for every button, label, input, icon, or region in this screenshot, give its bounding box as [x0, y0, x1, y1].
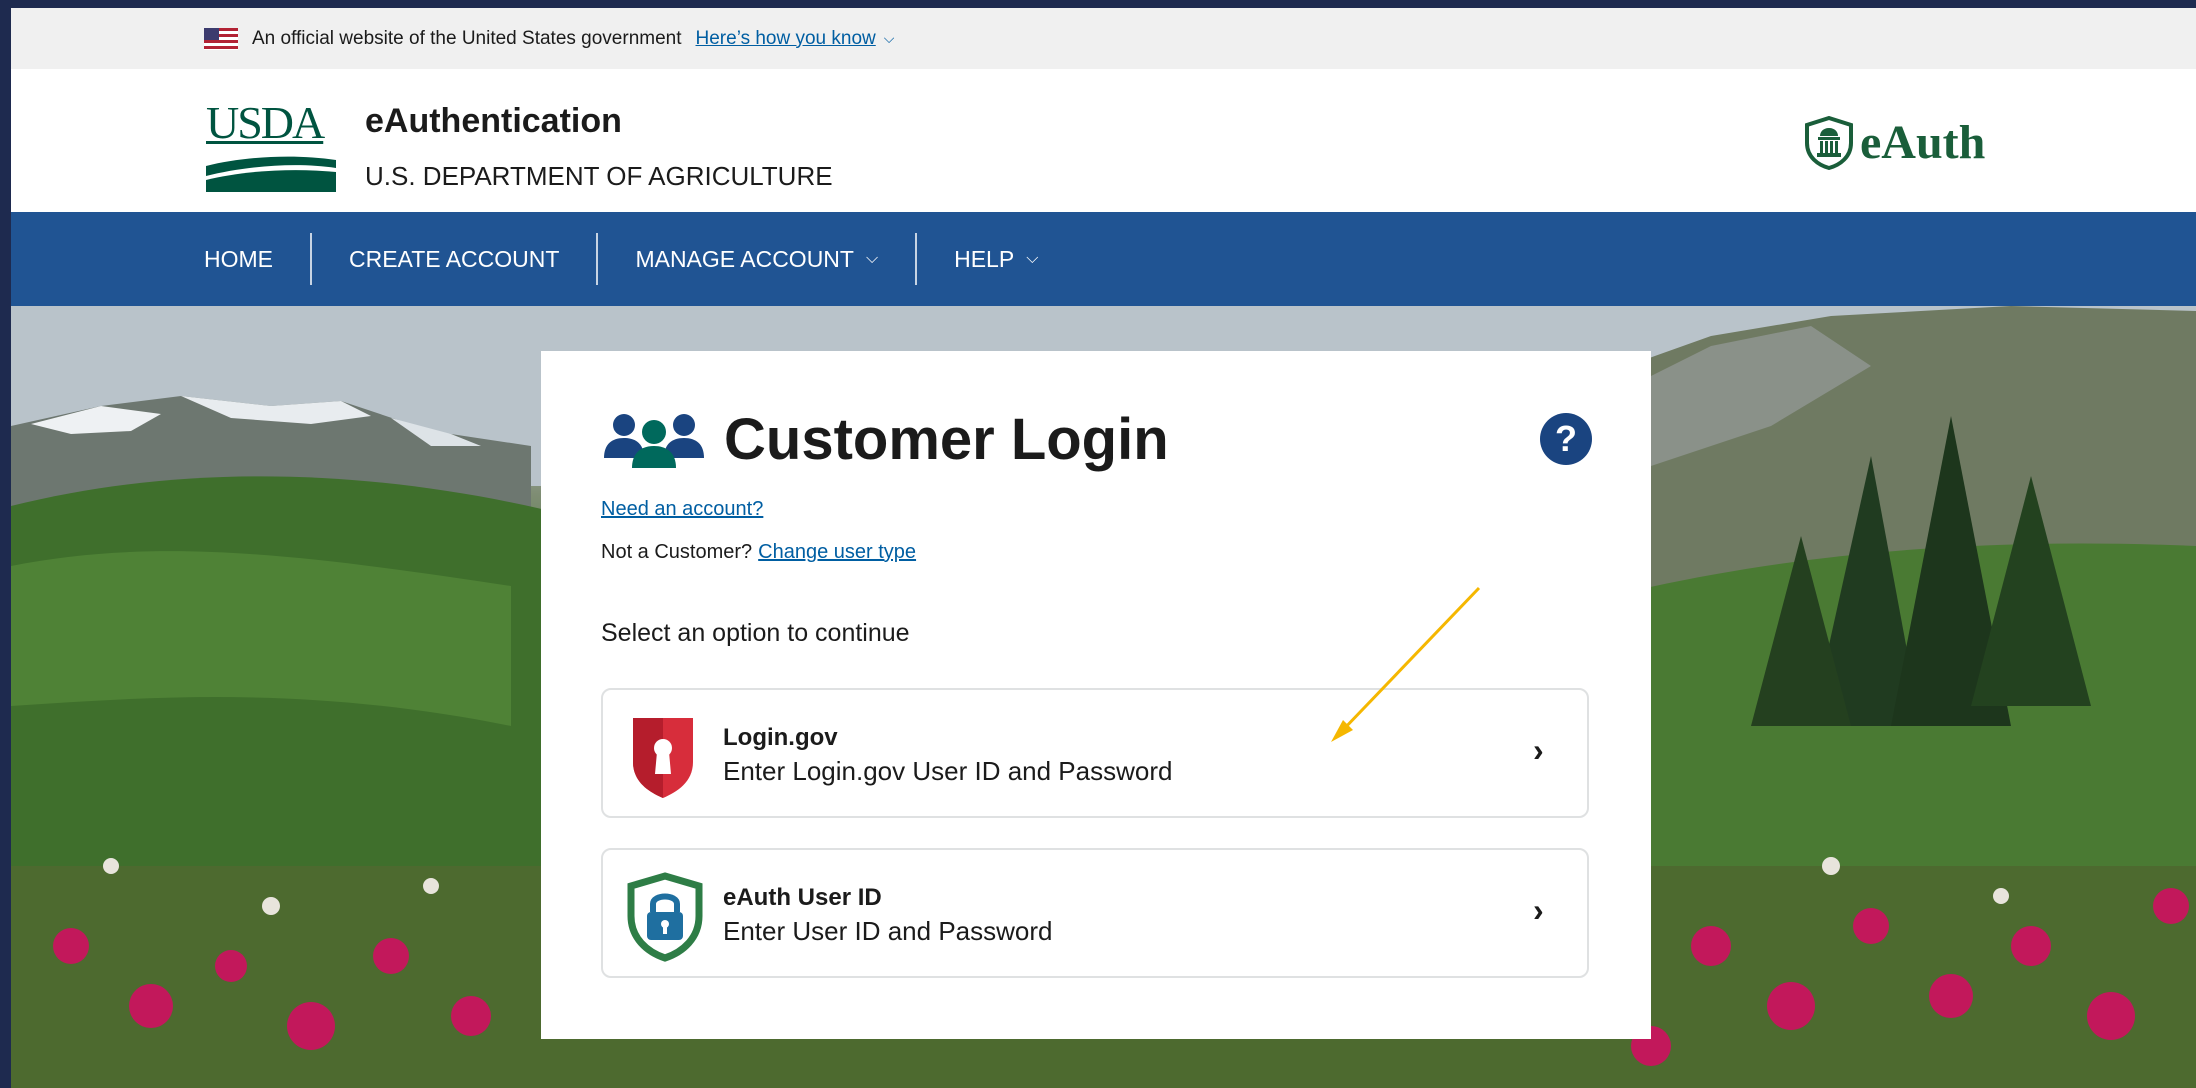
browser-viewport: An official website of the United States… — [11, 8, 2196, 1088]
eauth-user-id-option-button[interactable]: eAuth User ID Enter User ID and Password… — [601, 848, 1589, 978]
site-subtitle: U.S. DEPARTMENT OF AGRICULTURE — [365, 161, 833, 191]
capitol-shield-icon — [1805, 115, 1853, 170]
card-title: Customer Login — [600, 406, 1169, 473]
usda-logo[interactable]: USDA — [206, 97, 336, 192]
eauth-lock-shield-icon — [627, 872, 703, 962]
nav-help[interactable]: HELP ⌵ — [954, 233, 1038, 285]
heres-how-you-know-link[interactable]: Here’s how you know — [696, 28, 876, 50]
eauth-option-title: eAuth User ID — [723, 884, 882, 911]
chevron-right-icon: › — [1533, 732, 1544, 768]
change-user-type-link[interactable]: Change user type — [758, 541, 916, 563]
login-gov-option-desc: Enter Login.gov User ID and Password — [723, 756, 1173, 786]
main-nav: HOME CREATE ACCOUNT MANAGE ACCOUNT ⌵ HELP… — [11, 212, 2196, 306]
eauth-option-desc: Enter User ID and Password — [723, 916, 1053, 946]
official-gov-banner: An official website of the United States… — [11, 8, 2196, 69]
select-option-prompt: Select an option to continue — [601, 619, 910, 647]
gov-banner-text: An official website of the United States… — [252, 27, 682, 49]
need-account-link[interactable]: Need an account? — [601, 498, 763, 521]
usda-hills-icon — [206, 156, 336, 192]
login-gov-option-button[interactable]: Login.gov Enter Login.gov User ID and Pa… — [601, 688, 1589, 818]
nav-home[interactable]: HOME — [204, 233, 273, 285]
nav-divider — [596, 233, 599, 285]
us-flag-icon — [204, 27, 238, 50]
nav-manage-account[interactable]: MANAGE ACCOUNT ⌵ — [635, 233, 878, 285]
chevron-down-icon: ⌵ — [865, 250, 879, 267]
site-header: USDA eAuthentication U.S. DEPARTMENT OF … — [11, 69, 2196, 212]
page-title: Customer Login — [724, 407, 1169, 472]
login-gov-shield-icon — [633, 718, 693, 798]
users-group-icon — [604, 413, 704, 468]
eauth-logo-text: eAuth — [1860, 116, 1986, 169]
not-customer-row: Not a Customer? Change user type — [601, 541, 916, 564]
not-customer-text: Not a Customer? — [601, 541, 753, 563]
chevron-down-icon: ⌵ — [1026, 250, 1039, 267]
help-question-icon[interactable]: ? — [1540, 413, 1592, 465]
nav-create-account[interactable]: CREATE ACCOUNT — [349, 233, 559, 285]
nav-divider — [310, 233, 312, 285]
login-gov-option-title: Login.gov — [723, 724, 838, 751]
usda-logo-text: USDA — [206, 97, 325, 148]
chevron-right-icon: › — [1533, 892, 1544, 928]
nav-divider — [915, 233, 918, 285]
customer-login-card: Customer Login ? Need an account? Not a … — [541, 351, 1651, 1039]
eauth-logo[interactable]: eAuth — [1804, 115, 1985, 170]
site-title[interactable]: eAuthentication — [365, 102, 622, 141]
chevron-down-icon[interactable]: ⌵ — [884, 30, 895, 47]
